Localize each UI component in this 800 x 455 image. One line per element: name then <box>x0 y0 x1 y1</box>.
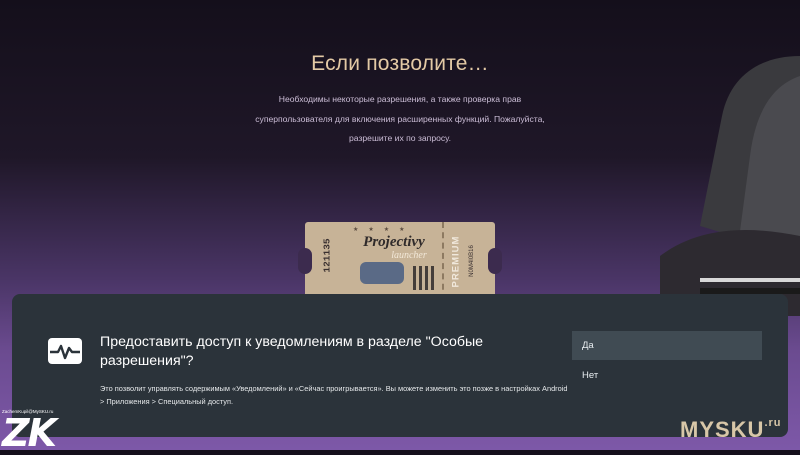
notification-pulse-icon <box>48 338 82 364</box>
qr-code-icon <box>413 266 437 290</box>
ticket-code-label: N0M4I0B16 <box>469 245 475 277</box>
watermark-mysku-suffix: .ru <box>764 417 782 429</box>
ticket-subtitle: launcher <box>391 250 427 261</box>
ticket-stars: ★★★★ <box>353 227 415 233</box>
permission-dialog: Предоставить доступ к уведомлениям в раз… <box>12 294 788 437</box>
ticket-badge: PREMIUM <box>446 226 466 296</box>
decorative-shape <box>660 56 800 316</box>
ticket-serial: 121135 <box>321 238 333 273</box>
watermark-mysku: MYSKU.ru <box>680 417 782 443</box>
no-button[interactable]: Нет <box>572 361 762 390</box>
watermark-left: ZachemKupil@MySKU.ru ZK <box>2 409 82 452</box>
dialog-body: Это позволит управлять содержимым «Уведо… <box>100 384 568 406</box>
screen: Если позволите… Необходимы некоторые раз… <box>0 0 800 452</box>
watermark-mysku-text: MYSKU <box>680 417 765 442</box>
ticket-badge-label: PREMIUM <box>450 235 462 287</box>
dialog-title: Предоставить доступ к уведомлениям в раз… <box>100 334 484 369</box>
yes-button[interactable]: Да <box>572 331 762 360</box>
watermark-zk-logo: ZK <box>2 411 57 455</box>
ticket-notch-left <box>298 248 312 274</box>
ticket-brand: Projectivy <box>363 234 425 250</box>
projector-icon <box>360 262 404 284</box>
ticket-code: N0M4I0B16 <box>465 226 479 296</box>
premium-ticket: ★★★★ 121135 Projectivy launcher PREMIUM … <box>298 222 502 300</box>
ticket-notch-right <box>488 248 502 274</box>
page-description: Необходимы некоторые разрешения, а также… <box>255 94 545 143</box>
